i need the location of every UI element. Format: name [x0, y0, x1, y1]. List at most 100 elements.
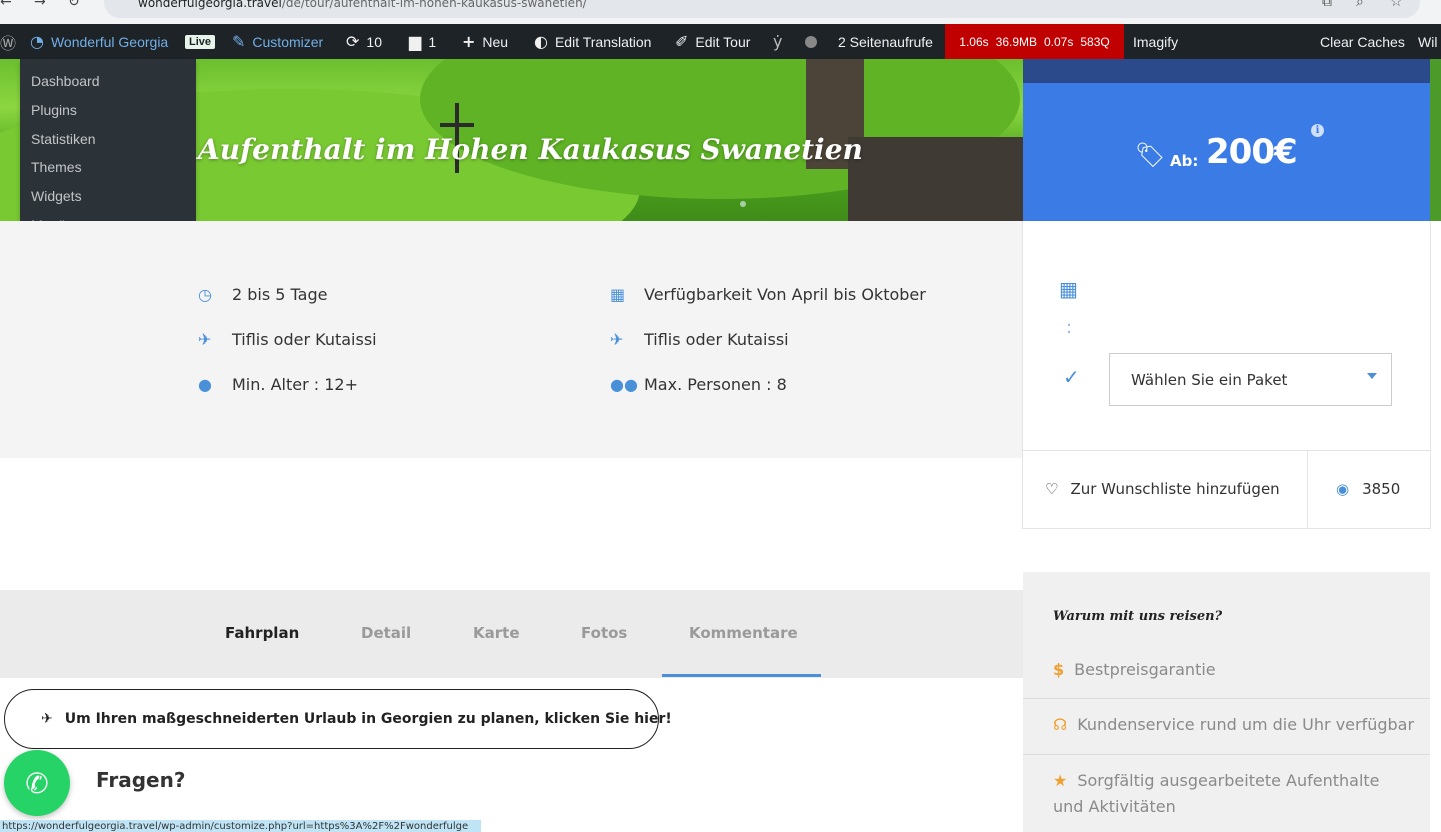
status-dot-icon [805, 35, 817, 48]
why-item-label: Sorgfältig ausgearbeitete Aufenthalte un… [1053, 771, 1380, 816]
bookmark-star-icon[interactable]: ☆ [1390, 0, 1403, 10]
site-name-label: Wonderful Georgia [50, 33, 169, 50]
comments-count: 1 [428, 33, 437, 50]
tab-fotos[interactable]: Fotos [581, 624, 627, 642]
status-bar-url: https://wonderfulgeorgia.travel/wp-admin… [0, 820, 481, 832]
booking-divider [1023, 450, 1430, 451]
clear-caches-button[interactable]: Clear Caches [1320, 24, 1405, 59]
forward-icon[interactable]: → [34, 0, 46, 10]
wishlist-label: Zur Wunschliste hinzufügen [1070, 480, 1280, 498]
duration-text: 2 bis 5 Tage [232, 285, 328, 304]
max-people-text: Max. Personen : 8 [644, 375, 787, 394]
zoom-icon[interactable]: ⌕ [1356, 0, 1364, 10]
price-header-strip [1023, 59, 1430, 83]
plane-departure-icon: ✈ [198, 330, 212, 349]
hero-slider-dot[interactable] [740, 201, 746, 207]
info-availability: ▦ Verfügbarkeit Von April bis Oktober [610, 285, 926, 304]
why-item: $ Bestpreisgarantie [1053, 657, 1216, 683]
dropdown-item-dashboard[interactable]: Dashboard [20, 67, 196, 96]
price-amount: 200€ [1206, 132, 1298, 172]
tab-karte[interactable]: Karte [473, 624, 520, 642]
user-icon: ● [198, 375, 212, 394]
whatsapp-chat-button[interactable]: ✆ [4, 750, 70, 816]
date-separator: : [1066, 317, 1073, 338]
qm-time: 1.06s [959, 34, 989, 49]
users-group-icon: ●● [610, 375, 638, 394]
user-greeting-label: Wil [1418, 33, 1438, 50]
package-select[interactable]: Wählen Sie ein Paket [1109, 353, 1392, 406]
price-info-icon[interactable]: i [1311, 124, 1324, 137]
why-item: ☊ Kundenservice rund um die Uhr verfügbar [1053, 712, 1414, 738]
tab-fahrplan[interactable]: Fahrplan [225, 624, 299, 642]
min-age-text: Min. Alter : 12+ [232, 375, 358, 394]
star-icon: ★ [1053, 771, 1068, 790]
comments-link[interactable]: ▆ 1 [409, 24, 436, 59]
why-title: Warum mit uns reisen? [1053, 609, 1223, 624]
address-text: wonderfulgeorgia.travel/de/tour/aufentha… [138, 0, 587, 10]
eye-icon: ◉ [1336, 480, 1350, 498]
clear-caches-label: Clear Caches [1320, 33, 1405, 50]
site-name-menu[interactable]: ◔ Wonderful Georgia [30, 24, 168, 59]
booking-vertical-divider [1307, 451, 1308, 529]
translate-icon[interactable]: ⧉ [1322, 0, 1332, 10]
price-box: 🏷 Ab: 200€ i [1023, 83, 1430, 221]
dollar-icon: $ [1053, 660, 1065, 679]
page-views-label: 2 Seitenaufrufe [838, 33, 933, 50]
new-content-menu[interactable]: + Neu [462, 24, 508, 59]
view-counter: ◉ 3850 [1336, 480, 1400, 498]
imagify-label: Imagify [1133, 33, 1179, 50]
calendar-icon[interactable]: ▦ [1059, 277, 1078, 301]
live-badge-item: Live [177, 24, 216, 59]
hero-edge-strip [1430, 59, 1441, 221]
yoast-seo-menu[interactable]: ẏ [773, 24, 782, 59]
add-to-wishlist-button[interactable]: ♡ Zur Wunschliste hinzufügen [1045, 480, 1280, 498]
dropdown-item-widgets[interactable]: Widgets [20, 182, 196, 211]
comment-bubble-icon: ▆ [409, 32, 422, 51]
customizer-label: Customizer [252, 33, 324, 50]
hero-cross-shape [440, 123, 474, 127]
why-divider [1023, 754, 1430, 755]
updates-link[interactable]: ⟳ 10 [346, 24, 382, 59]
yoast-icon: ẏ [773, 32, 783, 51]
back-icon[interactable]: ← [0, 0, 12, 10]
active-tab-underline [662, 674, 821, 677]
dropdown-item-statistiken[interactable]: Statistiken [20, 124, 196, 153]
new-label: Neu [482, 33, 509, 50]
heart-icon: ♡ [1045, 480, 1059, 498]
tab-kommentare[interactable]: Kommentare [689, 624, 798, 642]
hero-house-shape [848, 137, 1023, 221]
reload-icon[interactable]: ↻ [68, 0, 80, 10]
info-arrival: ✈ Tiflis oder Kutaissi [610, 330, 789, 349]
plane-icon: ✈ [41, 711, 53, 727]
edit-translation-label: Edit Translation [554, 33, 652, 50]
edit-tour-link[interactable]: ✐ Edit Tour [675, 24, 750, 59]
paintbrush-icon: ✎ [232, 32, 246, 51]
edit-tour-label: Edit Tour [695, 33, 751, 50]
customizer-link[interactable]: ✎ Customizer [232, 24, 323, 59]
availability-text: Verfügbarkeit Von April bis Oktober [644, 285, 926, 304]
checkmark-icon: ✓ [1063, 365, 1080, 389]
custom-trip-cta-button[interactable]: ✈ Um Ihren maßgeschneiderten Urlaub in G… [4, 689, 672, 749]
page-views-link[interactable]: 2 Seitenaufrufe [838, 24, 933, 59]
info-departure: ✈ Tiflis oder Kutaissi [198, 330, 377, 349]
dashboard-gauge-icon: ◔ [30, 32, 44, 51]
plane-arrival-icon: ✈ [610, 330, 624, 349]
imagify-menu[interactable]: Imagify [1133, 24, 1178, 59]
wp-logo-icon[interactable]: Ⓦ [0, 24, 16, 59]
edit-translation-link[interactable]: ◐ Edit Translation [534, 24, 651, 59]
clock-icon: ◷ [198, 285, 212, 304]
qm-memory: 36.9MB [995, 34, 1037, 49]
why-divider [1023, 698, 1430, 699]
calendar-icon: ▦ [610, 285, 626, 304]
tour-tabs: Fahrplan Detail Karte Fotos Kommentare [0, 590, 1023, 678]
price-tag-icon: 🏷 [1135, 141, 1166, 169]
dropdown-item-themes[interactable]: Themes [20, 153, 196, 182]
user-account-menu[interactable]: Wil [1418, 24, 1437, 59]
updates-refresh-icon: ⟳ [346, 32, 360, 51]
tab-detail[interactable]: Detail [361, 624, 411, 642]
why-travel-with-us-panel: Warum mit uns reisen? $ Bestpreisgarantie… [1023, 572, 1430, 832]
query-monitor-menu[interactable]: 1.06s 36.9MB 0.07s 583Q [945, 24, 1124, 59]
arrival-text: Tiflis oder Kutaissi [644, 330, 789, 349]
dropdown-item-plugins[interactable]: Plugins [20, 96, 196, 125]
why-item-label: Kundenservice rund um die Uhr verfügbar [1077, 715, 1415, 734]
